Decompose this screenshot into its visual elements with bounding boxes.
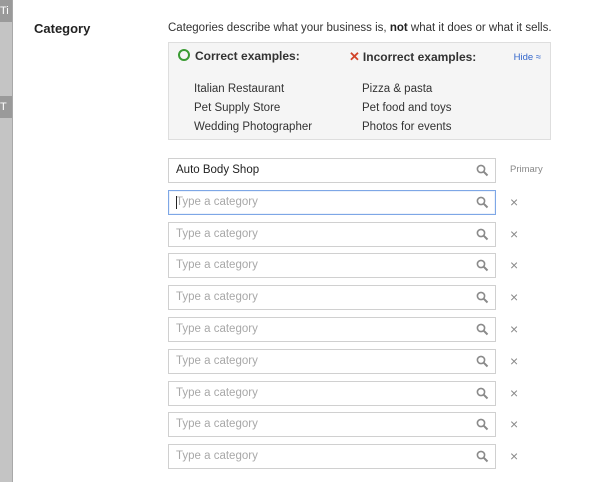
list-item: Italian Restaurant (194, 83, 285, 95)
category-row: Type a category × (168, 253, 568, 279)
category-row: Type a category × (168, 412, 568, 438)
primary-category-input[interactable]: Auto Body Shop (168, 158, 496, 183)
search-icon (476, 387, 489, 399)
search-icon (476, 450, 489, 463)
search-icon (476, 196, 489, 209)
list-item: Pet food and toys (362, 102, 452, 114)
category-placeholder: Type a category (176, 418, 258, 431)
remove-category-icon[interactable]: × (510, 256, 518, 274)
examples-box: Correct examples: Italian Restaurant Pet… (168, 42, 551, 140)
incorrect-examples-list: Pizza & pasta Pet food and toys Photos f… (349, 80, 476, 137)
category-placeholder: Type a category (176, 195, 258, 208)
remove-category-icon[interactable]: × (510, 288, 518, 306)
backdrop-fragment: Ti (0, 0, 12, 22)
category-placeholder: Type a category (176, 322, 258, 335)
primary-category-value: Auto Body Shop (176, 164, 260, 176)
category-inputs: Auto Body Shop Primary Type a category × T… (168, 158, 568, 476)
correct-examples-list: Italian Restaurant Pet Supply Store Wedd… (178, 80, 312, 137)
category-dialog: Category Categories describe what your b… (12, 0, 600, 482)
category-row: Type a category × (168, 444, 568, 470)
description-emphasis: not (389, 22, 408, 34)
remove-category-icon[interactable]: × (510, 447, 518, 465)
list-item: Pizza & pasta (362, 83, 433, 95)
category-row: Type a category × (168, 189, 568, 215)
check-circle-icon (178, 49, 190, 61)
description-text-end: what it does or what it sells. (407, 22, 552, 34)
x-mark-icon: ✕ (349, 49, 360, 64)
category-row: Type a category × (168, 285, 568, 311)
category-input[interactable]: Type a category (168, 285, 496, 311)
remove-category-icon[interactable]: × (510, 384, 518, 402)
category-row: Type a category × (168, 221, 568, 247)
correct-examples-heading: Correct examples: (178, 48, 312, 68)
category-placeholder: Type a category (176, 259, 258, 272)
category-row: Type a category × (168, 348, 568, 374)
remove-category-icon[interactable]: × (510, 352, 518, 370)
category-input[interactable]: Type a category (168, 444, 496, 470)
hide-examples-link[interactable]: Hide ≈ (514, 52, 541, 63)
description-text: Categories describe what your business i… (168, 22, 390, 34)
correct-heading-label: Correct examples: (195, 49, 300, 63)
category-input[interactable]: Type a category (168, 189, 496, 215)
search-icon (476, 291, 489, 304)
incorrect-heading-label: Incorrect examples: (362, 50, 477, 64)
category-placeholder: Type a category (176, 354, 258, 367)
category-placeholder: Type a category (176, 450, 258, 463)
category-label: Category (34, 21, 91, 36)
remove-category-icon[interactable]: × (510, 415, 518, 433)
category-row: Type a category × (168, 316, 568, 342)
list-item: Pet Supply Store (194, 102, 281, 114)
correct-examples: Correct examples: Italian Restaurant Pet… (178, 48, 312, 137)
list-item: Photos for events (362, 121, 452, 133)
text-caret (176, 195, 177, 209)
category-input[interactable]: Type a category (168, 380, 496, 406)
primary-label: Primary (510, 164, 543, 175)
category-row: Type a category × (168, 380, 568, 406)
category-row-primary: Auto Body Shop Primary (168, 158, 568, 183)
category-input[interactable]: Type a category (168, 412, 496, 438)
search-icon (476, 259, 489, 272)
category-description: Categories describe what your business i… (168, 22, 552, 34)
search-icon (476, 228, 489, 240)
category-placeholder: Type a category (176, 227, 258, 240)
search-icon (476, 418, 489, 431)
list-item: Wedding Photographer (194, 121, 313, 133)
search-icon (476, 355, 489, 367)
category-input[interactable]: Type a category (168, 316, 496, 342)
search-icon (476, 164, 489, 177)
category-input[interactable]: Type a category (168, 348, 496, 374)
backdrop-fragment: T (0, 96, 12, 118)
category-input[interactable]: Type a category (168, 221, 496, 247)
remove-category-icon[interactable]: × (510, 225, 518, 243)
category-placeholder: Type a category (176, 386, 258, 399)
remove-category-icon[interactable]: × (510, 320, 518, 338)
category-placeholder: Type a category (176, 291, 258, 304)
search-icon (476, 323, 489, 336)
incorrect-examples-heading: ✕ Incorrect examples: (349, 48, 476, 68)
incorrect-examples: ✕ Incorrect examples: Pizza & pasta Pet f… (349, 48, 476, 137)
backdrop: Ti T (0, 0, 12, 482)
remove-category-icon[interactable]: × (510, 193, 518, 211)
category-input[interactable]: Type a category (168, 253, 496, 279)
